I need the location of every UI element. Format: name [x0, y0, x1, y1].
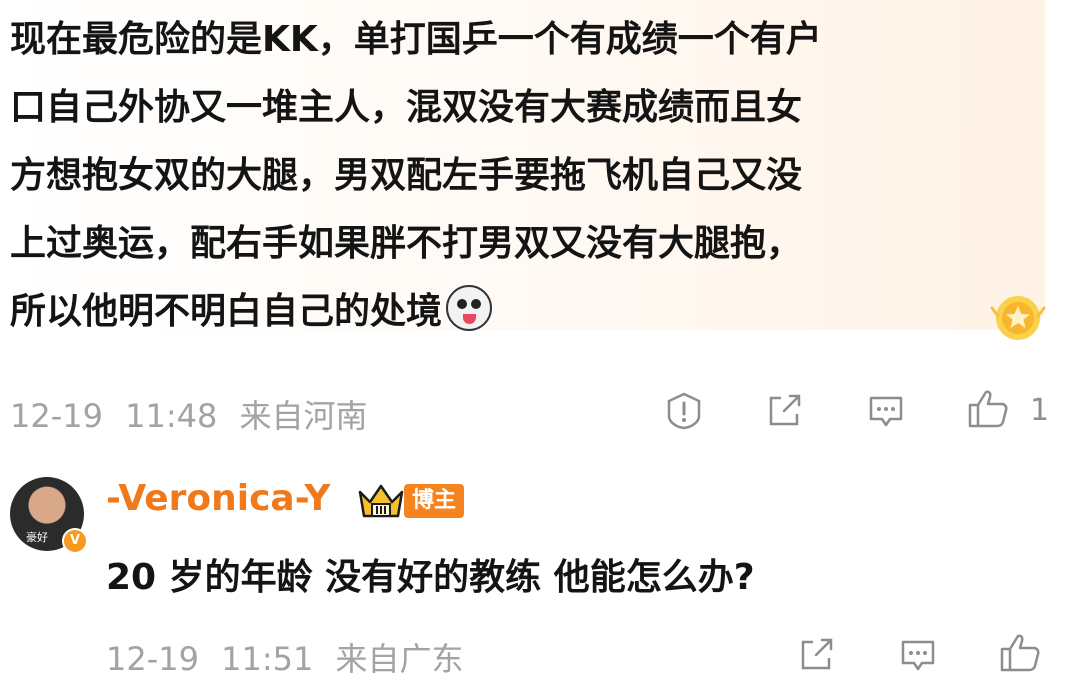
thumbs-up-icon: [1000, 634, 1040, 672]
reply-date: 12-19: [106, 640, 199, 678]
comment-line-2: 口自己外协又一堆主人，混双没有大赛成绩而且女: [10, 87, 803, 128]
comment-line-4: 上过奥运，配右手如果胖不打男双又没有大腿抱，: [10, 223, 803, 264]
reply-like-button[interactable]: [998, 631, 1042, 675]
reply-location: 来自广东: [335, 640, 464, 678]
comment-card: 现在最危险的是KK，单打国乒一个有成绩一个有户 口自己外协又一堆主人，混双没有大…: [0, 0, 1046, 340]
star-badge-icon: [990, 296, 1046, 340]
avatar-label: 豪好: [26, 531, 48, 544]
comment-icon: [901, 640, 935, 671]
reply-text: 20 岁的年龄 没有好的教练 他能怎么办?: [106, 557, 755, 598]
comment-date: 12-19: [10, 397, 103, 435]
reply-comment-button[interactable]: [896, 633, 940, 677]
reply-time: 11:51: [221, 640, 314, 678]
blogger-tag: 博主: [404, 484, 465, 518]
comment-line-1: 现在最危险的是KK，单打国乒一个有成绩一个有户: [10, 19, 822, 60]
like-count: 1: [1030, 393, 1050, 428]
comment-text: 现在最危险的是KK，单打国乒一个有成绩一个有户 口自己外协又一堆主人，混双没有大…: [10, 6, 1020, 346]
share-icon: [769, 394, 801, 426]
comment-meta: 12-19 11:48 来自河南: [10, 391, 368, 437]
report-button[interactable]: [662, 389, 706, 433]
reply-share-button[interactable]: [794, 633, 838, 677]
comment-line-5: 所以他明不明白自己的处境: [10, 291, 443, 332]
comment-location: 来自河南: [239, 397, 368, 435]
verified-v-icon: V: [62, 528, 88, 554]
like-button[interactable]: [966, 387, 1010, 431]
reply-username[interactable]: -Veronica-Y: [106, 478, 330, 519]
comment-icon: [869, 396, 903, 427]
share-icon: [801, 638, 833, 670]
comment-meta-row: 12-19 11:48 来自河南 1: [0, 385, 1089, 435]
share-button[interactable]: [762, 389, 806, 433]
reply-meta: 12-19 11:51 来自广东: [106, 634, 464, 680]
comment-time: 11:48: [125, 397, 218, 435]
comment-button[interactable]: [864, 389, 908, 433]
tongue-icon: [463, 314, 477, 324]
crown-icon: [358, 484, 404, 518]
husky-emoji-icon: [446, 285, 493, 331]
report-icon: [667, 392, 701, 430]
comment-line-3: 方想抱女双的大腿，男双配左手要拖飞机自己又没: [10, 155, 803, 196]
thumbs-up-icon: [968, 390, 1008, 428]
